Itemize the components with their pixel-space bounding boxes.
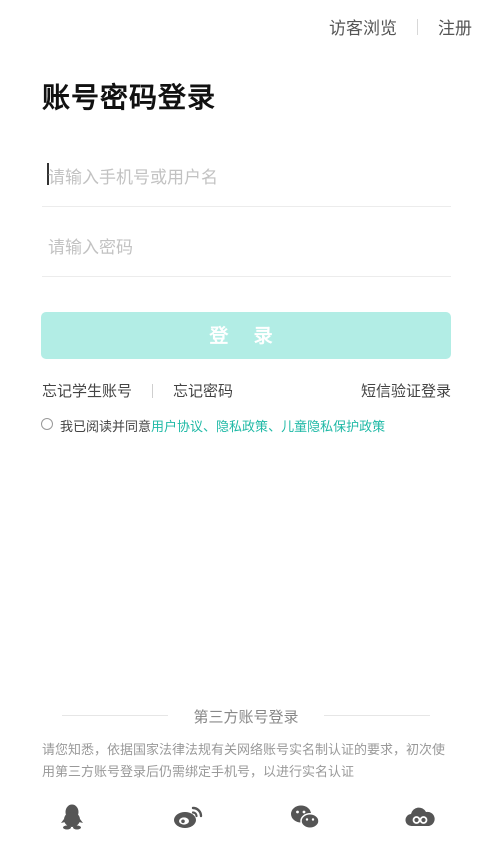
agreement-row: 我已阅读并同意 用户协议 、 隐私政策 、 儿童隐私保护政策: [41, 416, 385, 435]
password-field-container: [42, 210, 457, 277]
privacy-policy-link[interactable]: 隐私政策: [216, 416, 268, 435]
agreement-radio[interactable]: [41, 417, 53, 430]
helper-links: 忘记学生账号 忘记密码 短信验证登录: [42, 380, 451, 401]
guest-browse-link[interactable]: 访客浏览: [329, 14, 397, 39]
qq-login-button[interactable]: [55, 800, 89, 834]
page-title: 账号密码登录: [42, 81, 217, 114]
divider: [152, 383, 154, 398]
real-name-notice: 请您知悉，依据国家法律法规有关网络账号实名制认证的要求，初次使用第三方账号登录后…: [42, 743, 446, 780]
agreement-separator: 、: [203, 420, 217, 435]
wechat-login-button[interactable]: [288, 800, 322, 834]
cloud-icon: [405, 807, 435, 827]
wechat-icon: [291, 805, 320, 829]
agreement-prefix: 我已阅读并同意: [60, 420, 152, 435]
child-privacy-link[interactable]: 儿童隐私保护政策: [281, 416, 385, 435]
third-party-login-bar: [0, 800, 492, 834]
agreement-separator: 、: [268, 420, 282, 435]
username-field-container: [42, 140, 457, 207]
forgot-student-account-link[interactable]: 忘记学生账号: [42, 380, 132, 401]
login-page: 访客浏览 注册 账号密码登录 登 录 忘记学生账号 忘记密码 短信验证登录 我已…: [0, 0, 492, 854]
divider-line-right: [324, 715, 430, 716]
divider: [417, 18, 418, 35]
forgot-password-link[interactable]: 忘记密码: [173, 380, 233, 401]
username-input[interactable]: [42, 168, 457, 188]
login-button[interactable]: 登 录: [41, 312, 451, 359]
user-agreement-link[interactable]: 用户协议: [151, 416, 203, 435]
weibo-icon: [174, 806, 203, 828]
weibo-login-button[interactable]: [171, 800, 205, 834]
password-input[interactable]: [42, 238, 457, 258]
sms-login-link[interactable]: 短信验证登录: [361, 380, 451, 401]
cloud-login-button[interactable]: [403, 800, 437, 834]
register-link[interactable]: 注册: [438, 14, 472, 39]
third-party-title: 第三方账号登录: [193, 708, 299, 726]
qq-icon: [61, 804, 83, 830]
top-bar: 访客浏览 注册: [329, 14, 472, 39]
